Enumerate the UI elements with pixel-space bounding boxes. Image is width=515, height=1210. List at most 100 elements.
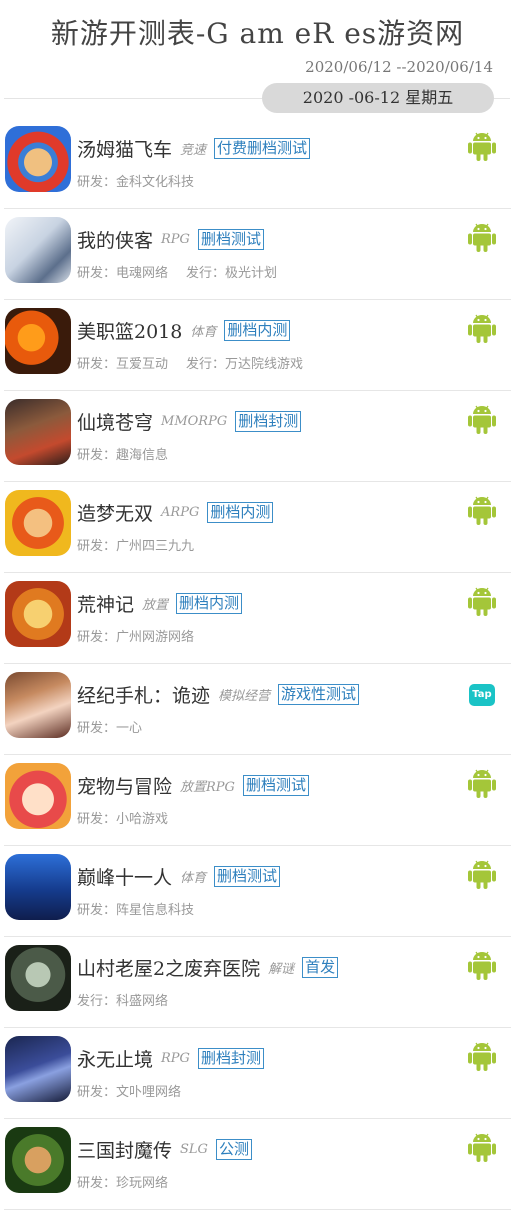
game-list: 汤姆猫飞车 竞速 付费删档测试 研发：金科文化科技 我的侠客 RPG 删档测试 研发：电魂网络… <box>0 118 515 1210</box>
game-name[interactable]: 荒神记 <box>77 590 134 617</box>
developer-line: 研发：阵星信息科技 <box>77 899 194 918</box>
cartoon-hero-icon[interactable] <box>5 581 71 647</box>
developer-name: 广州四三九九 <box>116 539 195 554</box>
developer-name: 广州网游网络 <box>116 630 195 645</box>
taptap-icon[interactable]: Tap <box>469 684 495 706</box>
pet-adventure-icon[interactable] <box>5 763 71 829</box>
developer-line: 研发：文卟哩网络 <box>77 1081 181 1100</box>
developer-name: 科盛网络 <box>116 994 169 1009</box>
developer-line: 研发：广州网游网络 <box>77 626 194 645</box>
game-name[interactable]: 巅峰十一人 <box>77 863 172 890</box>
game-name[interactable]: 造梦无双 <box>77 499 153 526</box>
developer-label: 研发： <box>77 903 117 918</box>
game-name[interactable]: 仙境苍穹 <box>77 408 153 435</box>
game-row[interactable]: 宠物与冒险 放置RPG 删档测试研发：小哈游戏 <box>4 755 511 846</box>
horror-face-icon[interactable] <box>5 945 71 1011</box>
game-name[interactable]: 我的侠客 <box>77 226 153 253</box>
page-title: 新游开测表-G am eR es游资网 <box>50 17 465 50</box>
developer-label: 研发： <box>77 175 117 190</box>
game-row[interactable]: 我的侠客 RPG 删档测试 研发：电魂网络 发行：极光计划 <box>4 209 511 300</box>
game-name[interactable]: 汤姆猫飞车 <box>77 135 172 162</box>
game-row[interactable]: 三国封魔传 SLG 公测 研发：珍玩网络 <box>4 1119 511 1210</box>
developer-label: 研发： <box>77 357 117 372</box>
current-date-pill: 2020 -06-12 星期五 <box>262 83 494 113</box>
game-title-line: 巅峰十一人 体育 删档测试 <box>77 862 281 890</box>
game-row[interactable]: 仙境苍穹 MMORPG 删档封测 研发：趣海信息 <box>4 391 511 482</box>
game-name[interactable]: 山村老屋2之废弃医院 <box>77 954 260 981</box>
game-genre: 模拟经营 <box>218 688 271 704</box>
publisher-label: 发行： <box>186 357 226 372</box>
game-row[interactable]: 造梦无双 ARPG 删档内测 研发：广州四三九九 <box>4 482 511 573</box>
developer-label: 研发： <box>77 630 117 645</box>
developer-label: 研发： <box>77 721 117 736</box>
test-type-badge: 删档测试 <box>214 865 281 887</box>
game-genre: RPG <box>161 1050 190 1066</box>
developer-line: 研发：小哈游戏 <box>77 808 168 827</box>
developer-label: 研发： <box>77 266 117 281</box>
wuxia-hero-icon[interactable] <box>5 217 71 283</box>
game-row[interactable]: 山村老屋2之废弃医院 解谜 首发发行：科盛网络 <box>4 937 511 1028</box>
game-name[interactable]: 永无止境 <box>77 1045 153 1072</box>
three-kingdoms-icon[interactable] <box>5 1127 71 1193</box>
android-icon[interactable] <box>467 585 497 617</box>
test-type-badge: 删档内测 <box>207 501 274 523</box>
android-icon[interactable] <box>467 1040 497 1072</box>
nba-icon[interactable] <box>5 308 71 374</box>
monkey-king-icon[interactable] <box>5 490 71 556</box>
developer-name: 互爱互动 <box>116 357 169 372</box>
game-name[interactable]: 经纪手札：诡迹 <box>77 681 210 708</box>
developer-label: 发行： <box>77 994 117 1009</box>
developer-line: 研发：金科文化科技 <box>77 171 194 190</box>
game-name[interactable]: 美职篮2018 <box>77 317 182 344</box>
game-genre: SLG <box>180 1141 208 1157</box>
developer-label: 研发： <box>77 812 117 827</box>
developer-name: 珍玩网络 <box>116 1176 169 1191</box>
tom-cat-racer-icon[interactable] <box>5 126 71 192</box>
game-row[interactable]: 美职篮2018 体育 删档内测 研发：互爱互动 发行：万达院线游戏 <box>4 300 511 391</box>
test-type-badge: 付费删档测试 <box>214 137 311 159</box>
android-icon[interactable] <box>467 949 497 981</box>
developer-name: 一心 <box>116 721 143 736</box>
game-title-line: 宠物与冒险 放置RPG 删档测试 <box>77 771 309 799</box>
android-icon[interactable] <box>467 221 497 253</box>
developer-label: 研发： <box>77 1085 117 1100</box>
android-icon[interactable] <box>467 767 497 799</box>
game-row[interactable]: 巅峰十一人 体育 删档测试研发：阵星信息科技 <box>4 846 511 937</box>
dark-knight-icon[interactable] <box>5 1036 71 1102</box>
developer-name: 电魂网络 <box>116 266 169 281</box>
game-row[interactable]: 汤姆猫飞车 竞速 付费删档测试研发：金科文化科技 <box>4 118 511 209</box>
game-genre: 解谜 <box>268 961 295 977</box>
android-icon[interactable] <box>467 403 497 435</box>
game-title-line: 美职篮2018 体育 删档内测 <box>77 316 291 344</box>
test-type-badge: 删档内测 <box>176 592 243 614</box>
game-genre: 放置 <box>142 597 169 613</box>
test-type-badge: 删档测试 <box>197 228 264 250</box>
anime-girl-icon[interactable] <box>5 672 71 738</box>
test-type-badge: 首发 <box>302 956 339 978</box>
android-icon[interactable] <box>467 494 497 526</box>
game-title-line: 汤姆猫飞车 竞速 付费删档测试 <box>77 134 311 162</box>
developer-line: 研发：一心 <box>77 717 142 736</box>
developer-label: 研发： <box>77 448 117 463</box>
developer-line: 研发：趣海信息 <box>77 444 168 463</box>
game-genre: 体育 <box>190 324 217 340</box>
game-name[interactable]: 宠物与冒险 <box>77 772 172 799</box>
developer-label: 研发： <box>77 539 117 554</box>
developer-name: 金科文化科技 <box>116 175 195 190</box>
game-title-line: 三国封魔传 SLG 公测 <box>77 1135 252 1163</box>
developer-line: 发行：科盛网络 <box>77 990 168 1009</box>
fantasy-warrior-icon[interactable] <box>5 399 71 465</box>
developer-line: 研发：珍玩网络 <box>77 1172 168 1191</box>
game-name[interactable]: 三国封魔传 <box>77 1136 172 1163</box>
android-icon[interactable] <box>467 1131 497 1163</box>
android-icon[interactable] <box>467 130 497 162</box>
android-icon[interactable] <box>467 858 497 890</box>
developer-line: 研发：电魂网络 发行：极光计划 <box>77 262 277 281</box>
android-icon[interactable] <box>467 312 497 344</box>
game-row[interactable]: 永无止境 RPG 删档封测 研发：文卟哩网络 <box>4 1028 511 1119</box>
game-row[interactable]: 经纪手札：诡迹 模拟经营 游戏性测试 研发：一心 Tap <box>4 664 511 755</box>
game-row[interactable]: 荒神记 放置 删档内测研发：广州网游网络 <box>4 573 511 664</box>
game-title-line: 山村老屋2之废弃医院 解谜 首发 <box>77 953 339 981</box>
soccer-icon[interactable] <box>5 854 71 920</box>
game-title-line: 荒神记 放置 删档内测 <box>77 589 243 617</box>
